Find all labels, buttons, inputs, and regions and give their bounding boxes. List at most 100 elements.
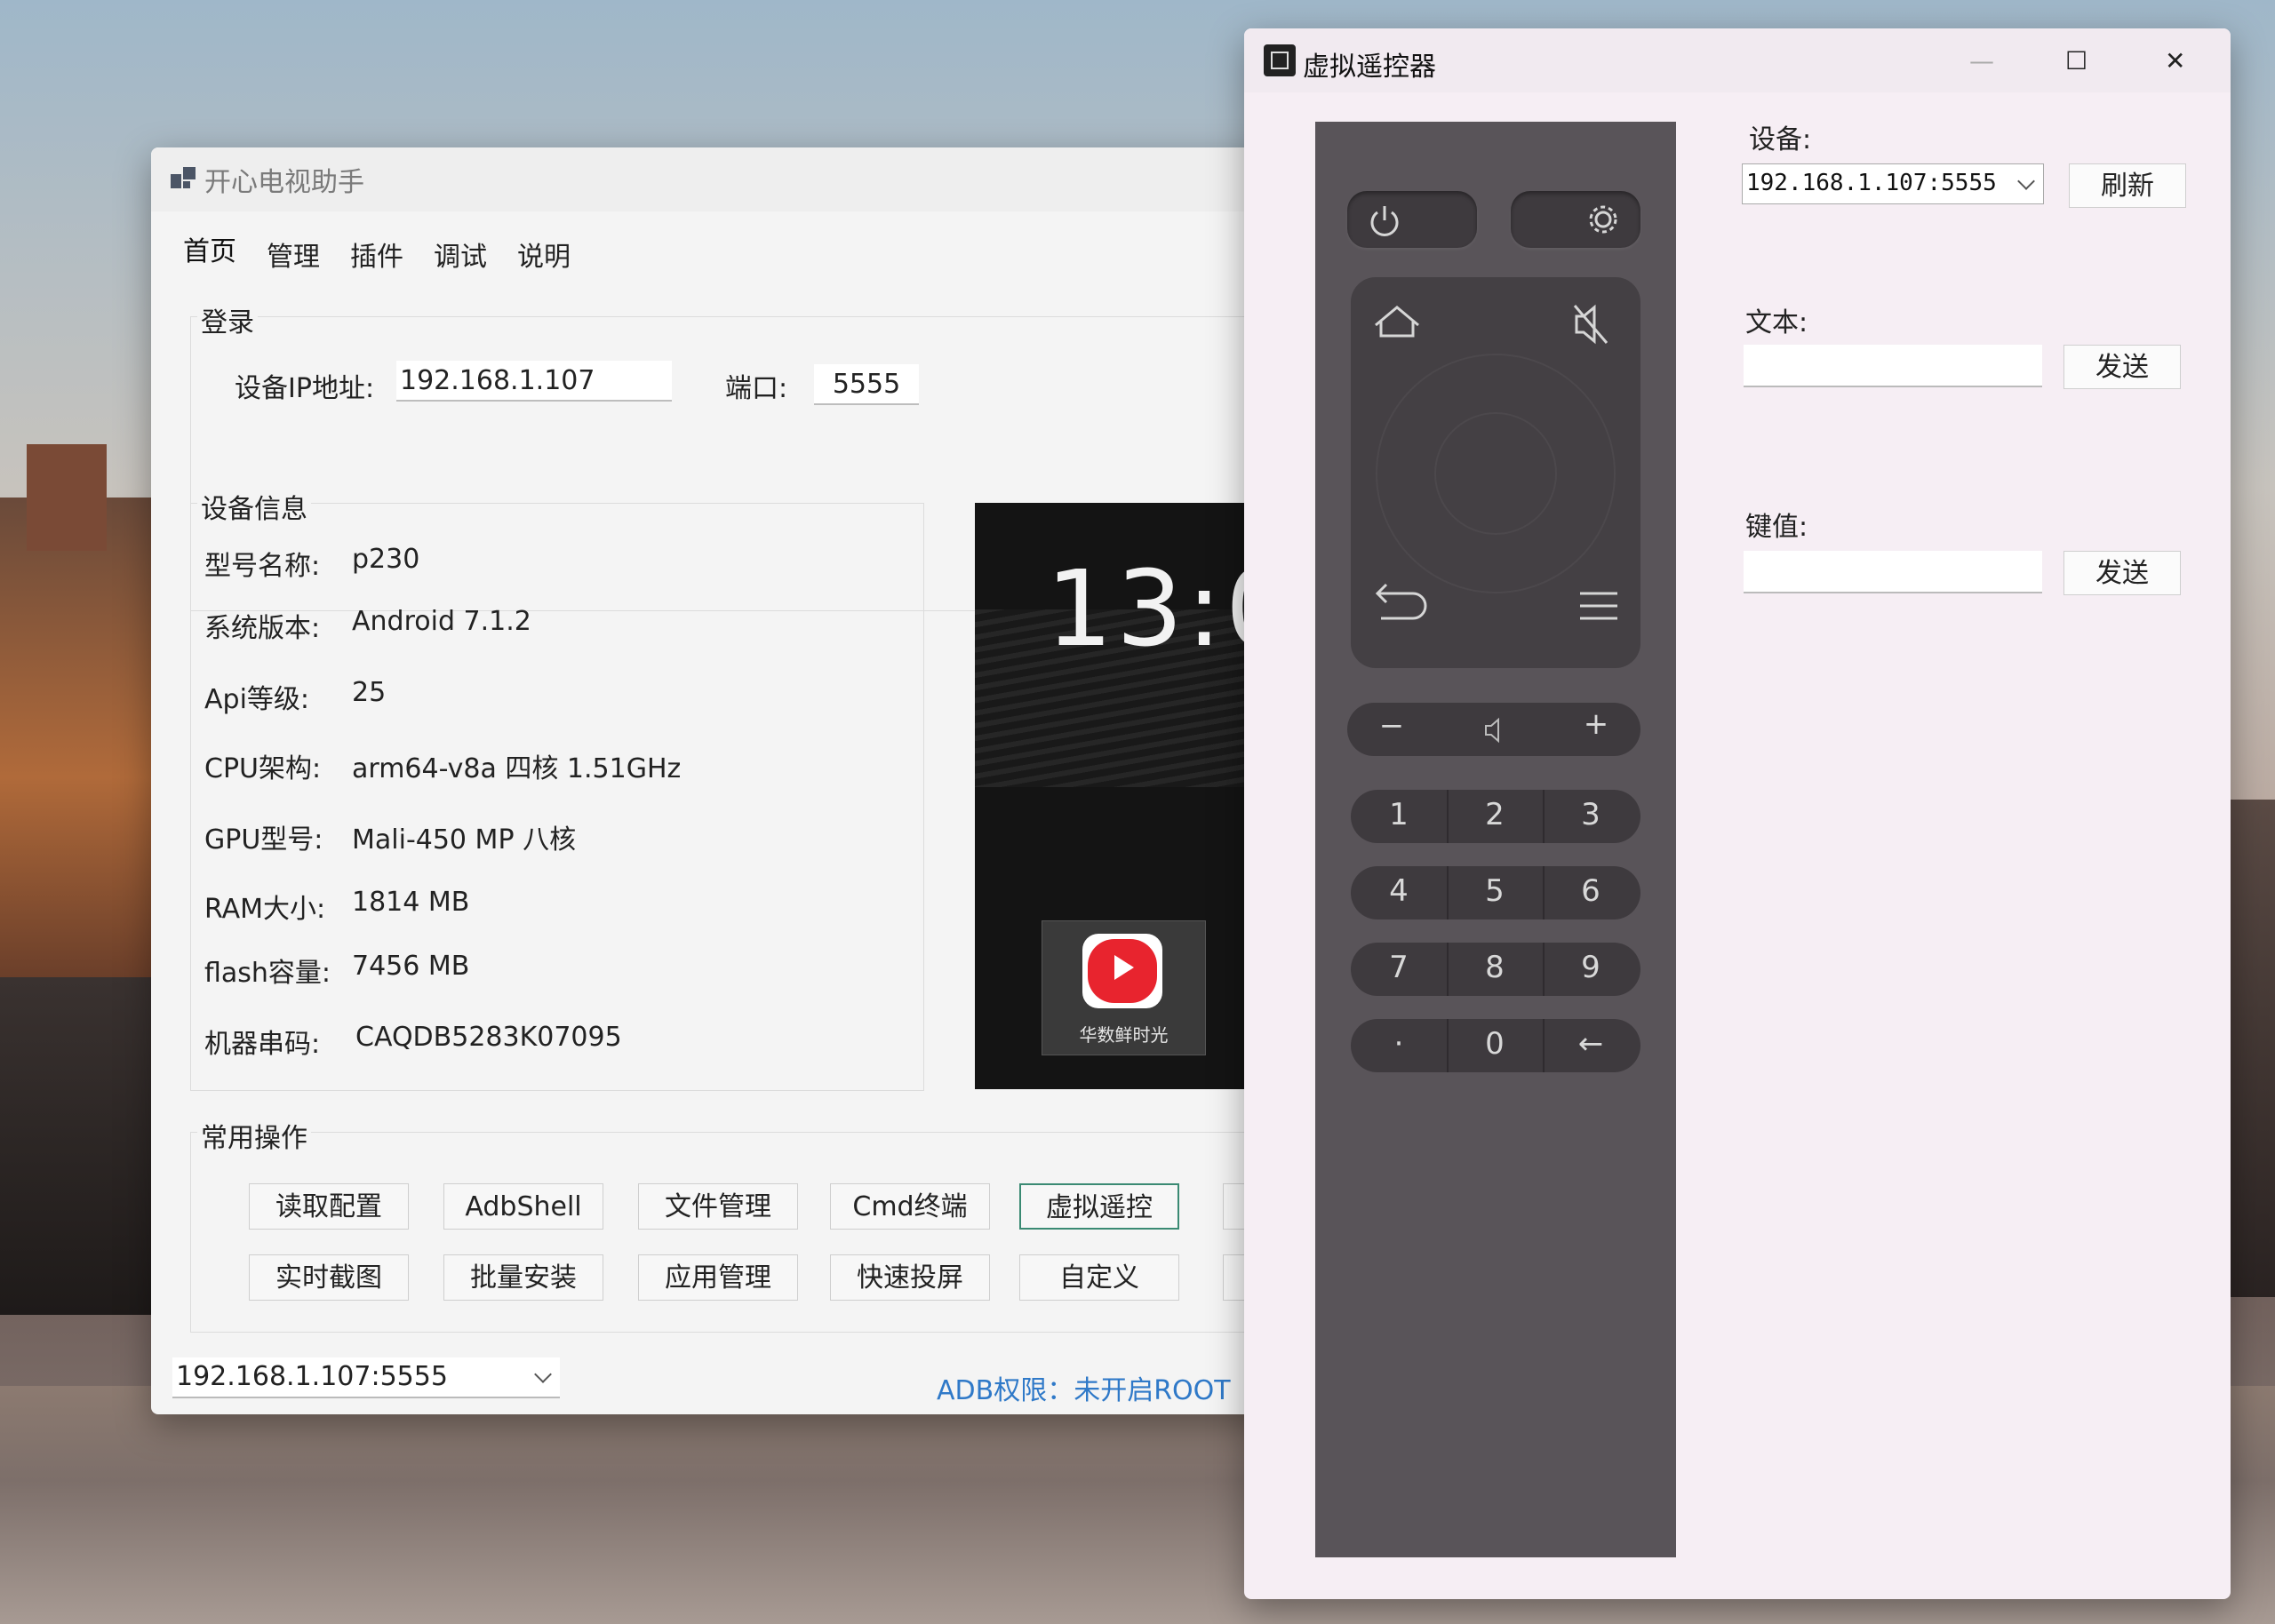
gpu-value: Mali-450 MP 八核 (352, 824, 577, 856)
remote-device-value: 192.168.1.107:5555 (1746, 170, 1997, 196)
read-config-button[interactable]: 读取配置 (249, 1183, 409, 1230)
maximize-button[interactable]: ☐ (2065, 46, 2087, 76)
remote-titlebar[interactable]: 虚拟遥控器 — ☐ ✕ (1244, 28, 2231, 92)
mute-icon (1573, 304, 1608, 345)
dpad-icons (1375, 304, 1617, 620)
batch-install-button[interactable]: 批量安装 (443, 1254, 603, 1301)
num-4-button[interactable]: 4 (1351, 873, 1447, 909)
num-1-button[interactable]: 1 (1351, 797, 1447, 832)
num-6-button[interactable]: 6 (1543, 873, 1639, 909)
text-input[interactable] (1744, 345, 2042, 387)
ram-value: 1814 MB (352, 887, 470, 918)
volume-up-button[interactable]: + (1578, 706, 1614, 742)
os-version-label: 系统版本: (204, 613, 321, 644)
num-9-button[interactable]: 9 (1543, 950, 1639, 985)
device-label: 设备: (1749, 124, 1812, 155)
operations-group (190, 1132, 1271, 1333)
file-manager-button[interactable]: 文件管理 (638, 1183, 798, 1230)
quick-cast-button[interactable]: 快速投屏 (830, 1254, 990, 1301)
flash-value: 7456 MB (352, 951, 470, 982)
tab-home[interactable]: 首页 (183, 229, 236, 268)
remote-app-icon (1264, 44, 1296, 76)
power-button[interactable] (1347, 191, 1477, 248)
numpad-row-1: 1 2 3 (1351, 790, 1640, 843)
device-info-group (190, 503, 924, 1091)
serial-label: 机器串码: (204, 1029, 321, 1060)
os-version-value: Android 7.1.2 (352, 606, 531, 637)
cpu-label: CPU架构: (204, 753, 322, 784)
key-value-label: 键值: (1745, 512, 1808, 543)
numpad-row-4: · 0 ← (1351, 1019, 1640, 1072)
preview-app-tile: 华数鲜时光 (1042, 920, 1206, 1055)
screen-preview[interactable]: 13:0 华数鲜时光 (975, 503, 1271, 1089)
send-key-button[interactable]: 发送 (2063, 551, 2181, 595)
back-icon (1375, 583, 1427, 620)
app-icon (171, 167, 196, 192)
main-menubar: 首页 管理 插件 调试 说明 (151, 211, 1271, 274)
model-label: 型号名称: (204, 551, 321, 582)
num-7-button[interactable]: 7 (1351, 950, 1447, 985)
speaker-icon (1485, 717, 1499, 744)
model-value: p230 (352, 544, 420, 575)
operations-title: 常用操作 (197, 1116, 311, 1155)
menu-icon (1580, 592, 1617, 620)
tab-help[interactable]: 说明 (517, 235, 571, 274)
dot-button[interactable]: · (1351, 1026, 1447, 1062)
app-manager-button[interactable]: 应用管理 (638, 1254, 798, 1301)
minimize-button[interactable]: — (1969, 46, 1994, 76)
tab-debug[interactable]: 调试 (434, 235, 487, 274)
volume-down-button[interactable]: − (1374, 708, 1409, 744)
device-select-value: 192.168.1.107:5555 (176, 1361, 448, 1392)
port-label: 端口: (725, 373, 788, 404)
gear-icon (1589, 205, 1617, 234)
adbshell-button[interactable]: AdbShell (443, 1183, 603, 1230)
num-2-button[interactable]: 2 (1447, 797, 1543, 832)
settings-button[interactable] (1511, 191, 1640, 248)
send-text-button[interactable]: 发送 (2063, 345, 2181, 389)
gpu-label: GPU型号: (204, 824, 323, 856)
num-5-button[interactable]: 5 (1447, 873, 1543, 909)
key-value-input[interactable] (1744, 551, 2042, 593)
remote-window-title: 虚拟遥控器 (1303, 52, 1436, 83)
cpu-value: arm64-v8a 四核 1.51GHz (352, 753, 682, 784)
numpad-row-3: 7 8 9 (1351, 943, 1640, 996)
flash-label: flash容量: (204, 958, 331, 989)
main-window: 开心电视助手 首页 管理 插件 调试 说明 登录 设备IP地址: 端口: 设备信… (151, 147, 1271, 1414)
device-select[interactable]: 192.168.1.107:5555 (172, 1357, 560, 1398)
live-screenshot-button[interactable]: 实时截图 (249, 1254, 409, 1301)
numpad-row-2: 4 5 6 (1351, 866, 1640, 919)
chevron-down-icon (534, 1365, 552, 1383)
login-group-title: 登录 (197, 300, 258, 339)
chevron-down-icon (2017, 172, 2035, 190)
close-button[interactable]: ✕ (2165, 46, 2185, 76)
num-0-button[interactable]: 0 (1447, 1026, 1543, 1062)
remote-device-select[interactable]: 192.168.1.107:5555 (1742, 163, 2044, 204)
device-info-title: 设备信息 (197, 487, 311, 526)
preview-app-name: 华数鲜时光 (1079, 1024, 1169, 1046)
ip-input[interactable] (396, 361, 672, 402)
remote-window: 虚拟遥控器 — ☐ ✕ − + 1 2 3 4 5 6 7 8 9 · 0 ← … (1244, 28, 2231, 1599)
power-icon (1370, 206, 1399, 236)
serial-value: CAQDB5283K07095 (355, 1022, 622, 1053)
port-input[interactable] (814, 364, 919, 405)
refresh-button[interactable]: 刷新 (2069, 163, 2186, 208)
adb-permission-status: ADB权限：未开启ROOT (937, 1375, 1231, 1406)
main-titlebar[interactable]: 开心电视助手 (151, 147, 1271, 211)
tab-manage[interactable]: 管理 (267, 235, 320, 274)
tab-plugins[interactable]: 插件 (350, 235, 403, 274)
api-level-label: Api等级: (204, 684, 310, 715)
backspace-button[interactable]: ← (1543, 1026, 1639, 1062)
volume-bar: − + (1347, 703, 1640, 756)
num-8-button[interactable]: 8 (1447, 950, 1543, 985)
ram-label: RAM大小: (204, 894, 326, 925)
virtual-remote-button[interactable]: 虚拟遥控 (1019, 1183, 1179, 1230)
app-play-icon (1082, 934, 1162, 1008)
ip-label: 设备IP地址: (235, 373, 375, 404)
text-label: 文本: (1745, 307, 1808, 338)
num-3-button[interactable]: 3 (1543, 797, 1639, 832)
custom-button[interactable]: 自定义 (1019, 1254, 1179, 1301)
remote-control-body: − + 1 2 3 4 5 6 7 8 9 · 0 ← (1315, 122, 1676, 1557)
main-window-title: 开心电视助手 (204, 167, 364, 198)
cmd-terminal-button[interactable]: Cmd终端 (830, 1183, 990, 1230)
dpad[interactable] (1351, 277, 1640, 668)
